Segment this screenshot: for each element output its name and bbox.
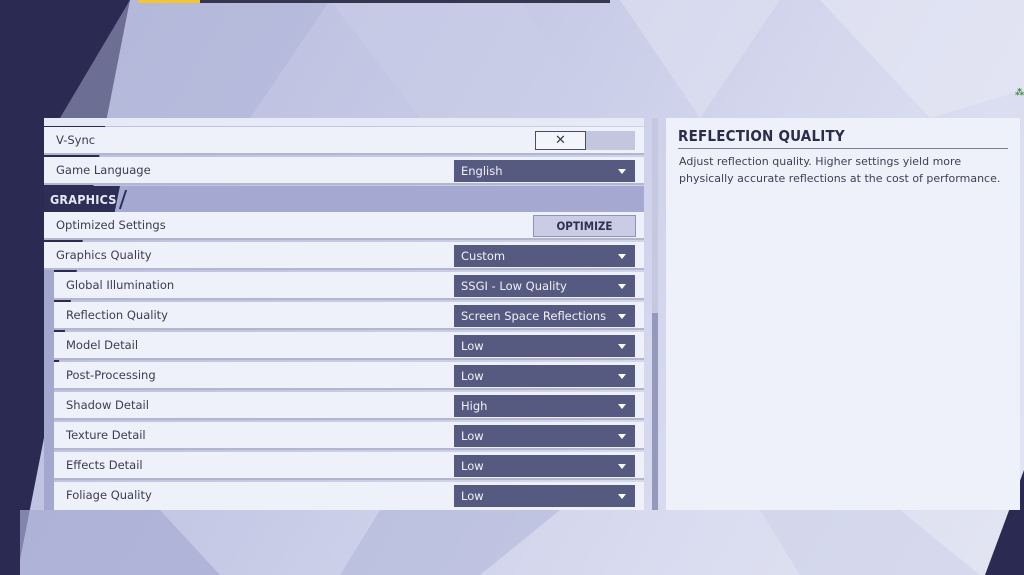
texture-detail-dropdown[interactable]: Low: [454, 425, 635, 447]
setting-label: Global Illumination: [66, 278, 175, 292]
x-icon[interactable]: ✕: [535, 131, 586, 150]
chevron-down-icon: [618, 374, 626, 379]
setting-row-texture-detail: Texture Detail Low: [54, 422, 644, 450]
dropdown-value: Screen Space Reflections: [461, 309, 607, 323]
setting-label: Graphics Quality: [56, 248, 152, 262]
setting-row-foliage-quality: Foliage Quality Low: [54, 482, 644, 510]
top-tab-accent: [138, 0, 200, 3]
setting-label: Game Language: [56, 163, 151, 177]
chevron-down-icon: [618, 494, 626, 499]
dropdown-value: Low: [461, 489, 484, 503]
setting-label: Shadow Detail: [66, 398, 149, 412]
section-slash-decoration: [118, 190, 128, 209]
setting-label: Optimized Settings: [56, 218, 166, 232]
dropdown-value: Low: [461, 339, 484, 353]
info-description: Adjust reflection quality. Higher settin…: [679, 155, 1001, 185]
chevron-down-icon: [618, 434, 626, 439]
shadow-detail-dropdown[interactable]: High: [454, 395, 635, 417]
dropdown-value: English: [461, 164, 503, 178]
section-header-graphics: GRAPHICS: [44, 186, 644, 212]
model-detail-dropdown[interactable]: Low: [454, 335, 635, 357]
chevron-down-icon: [618, 169, 626, 174]
settings-list-top-edge: [44, 118, 644, 126]
setting-label: Model Detail: [66, 338, 139, 352]
setting-label: Foliage Quality: [66, 488, 152, 502]
chevron-down-icon: [618, 284, 626, 289]
chevron-down-icon: [618, 314, 626, 319]
setting-label: Reflection Quality: [66, 308, 168, 322]
chevron-down-icon: [618, 464, 626, 469]
chevron-down-icon: [618, 254, 626, 259]
setting-label: Effects Detail: [66, 458, 143, 472]
setting-row-graphics-quality: Graphics Quality Custom: [44, 242, 644, 270]
dropdown-value: SSGI - Low Quality: [461, 279, 567, 293]
setting-row-vsync: V-Sync ✕: [44, 127, 644, 155]
info-panel: REFLECTION QUALITY Adjust reflection qua…: [666, 118, 1020, 510]
setting-row-effects-detail: Effects Detail Low: [54, 452, 644, 480]
setting-row-post-processing: Post-Processing Low: [54, 362, 644, 390]
setting-row-optimized-settings: Optimized Settings OPTIMIZE: [44, 212, 644, 240]
setting-row-game-language: Game Language English: [44, 157, 644, 185]
foliage-quality-dropdown[interactable]: Low: [454, 485, 635, 507]
optimize-button[interactable]: OPTIMIZE: [533, 215, 636, 237]
dropdown-value: Low: [461, 369, 484, 383]
dropdown-value: Custom: [461, 249, 506, 263]
setting-label: V-Sync: [56, 133, 96, 147]
reflection-quality-dropdown[interactable]: Screen Space Reflections: [454, 305, 635, 327]
graphics-quality-dropdown[interactable]: Custom: [454, 245, 635, 267]
corner-indicator-icon: ⁂: [1015, 88, 1024, 98]
effects-detail-dropdown[interactable]: Low: [454, 455, 635, 477]
setting-row-model-detail: Model Detail Low: [54, 332, 644, 360]
global-illumination-dropdown[interactable]: SSGI - Low Quality: [454, 275, 635, 297]
settings-list: V-Sync ✕ Game Language English GRAPHICS …: [44, 118, 644, 510]
info-title: REFLECTION QUALITY: [678, 127, 845, 145]
chevron-down-icon: [618, 344, 626, 349]
setting-row-reflection-quality: Reflection Quality Screen Space Reflecti…: [54, 302, 644, 330]
setting-row-shadow-detail: Shadow Detail High: [54, 392, 644, 420]
section-title: GRAPHICS: [44, 186, 120, 212]
top-bar: [200, 0, 610, 3]
setting-row-global-illumination: Global Illumination SSGI - Low Quality: [54, 272, 644, 300]
sub-settings-gutter: [44, 270, 54, 510]
chevron-down-icon: [618, 404, 626, 409]
scrollbar-thumb[interactable]: [652, 313, 658, 510]
game-language-dropdown[interactable]: English: [454, 160, 635, 182]
setting-label: Texture Detail: [66, 428, 146, 442]
dropdown-value: Low: [461, 429, 484, 443]
dropdown-value: High: [461, 399, 488, 413]
setting-label: Post-Processing: [66, 368, 156, 382]
vsync-toggle[interactable]: ✕: [535, 131, 635, 150]
post-processing-dropdown[interactable]: Low: [454, 365, 635, 387]
dropdown-value: Low: [461, 459, 484, 473]
info-divider: [678, 148, 1008, 149]
